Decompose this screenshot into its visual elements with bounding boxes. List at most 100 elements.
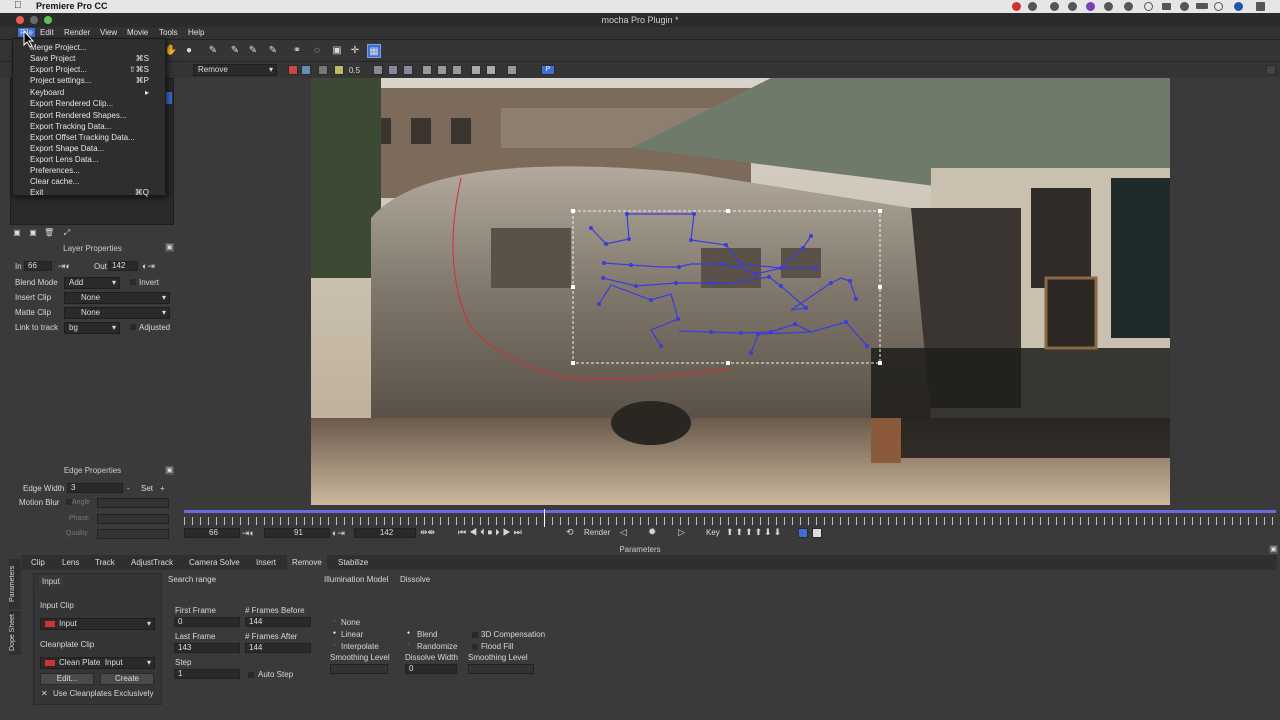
track-icon[interactable] [437,65,447,75]
edge-width-field[interactable]: 3 [67,483,123,493]
matte-view-icon[interactable] [318,65,328,75]
zoom-timeline-icon[interactable]: ⇹⇼ [420,527,435,538]
transform-tool-icon[interactable]: ▣ [330,44,344,58]
layer-properties-collapse-icon[interactable]: ▣ [165,243,174,252]
edge-width-set-button[interactable]: Set [141,484,153,493]
zoom-window-button[interactable] [44,16,52,24]
tab-clip[interactable]: Clip [31,558,45,567]
overlay-icon[interactable] [334,65,344,75]
illum-interpolate-radio[interactable]: ● [333,642,336,648]
playhead[interactable] [544,509,546,527]
file-menu-item[interactable]: Export Rendered Clip... [13,98,165,109]
os-app-name[interactable]: Premiere Pro CC [36,1,108,11]
overlay-opacity[interactable]: 0.5 [349,66,360,75]
dissolve-blend-radio[interactable]: ● [407,630,410,636]
layer-list-scrollbar[interactable] [166,92,172,104]
dissolve-randomize-radio[interactable]: ● [407,642,410,648]
layer-color-icon[interactable] [288,65,298,75]
menu-view[interactable]: View [100,28,117,37]
trace-icon[interactable] [471,65,481,75]
side-tab-parameters[interactable]: Parameters [9,559,21,609]
tab-adjusttrack[interactable]: AdjustTrack [131,558,173,567]
creative-cloud-icon[interactable] [1068,2,1077,11]
new-layer-icon[interactable]: ▣ [12,228,22,238]
cleanplate-clip-select[interactable]: Clean Plate Input ▾ [40,657,155,669]
goto-out-icon[interactable]: ◐⇥ [332,528,345,539]
menu-tools[interactable]: Tools [159,28,178,37]
stabilize-icon[interactable] [452,65,462,75]
edge-properties-collapse-icon[interactable]: ▣ [165,466,174,475]
file-menu-item[interactable]: Preferences... [13,165,165,176]
edge-width-minus[interactable]: - [127,484,130,493]
transport-controls[interactable]: ⏮◀⏴⏹⏵▶⏭ [458,527,525,538]
step-field[interactable]: 1 [174,669,240,679]
spotlight-search-icon[interactable] [1214,2,1223,11]
dissolve-width-field[interactable]: 0 [405,664,457,674]
edit-cleanplate-button[interactable]: Edit... [40,673,94,685]
in-point-field[interactable]: 66 [24,261,52,271]
file-menu-item[interactable]: Export Shape Data... [13,143,165,154]
3d-compensation-checkbox[interactable] [472,632,478,638]
siri-icon[interactable] [1234,2,1243,11]
close-window-button[interactable] [16,16,24,24]
timemachine-icon[interactable] [1124,2,1133,11]
flood-fill-checkbox[interactable] [472,644,478,650]
frames-after-field[interactable]: 144 [245,643,311,653]
volume-icon[interactable] [1180,2,1189,11]
menu-edit[interactable]: Edit [40,28,54,37]
edge-width-plus[interactable]: + [160,484,165,493]
show-grid-icon[interactable] [422,65,432,75]
auto-key-icon[interactable] [798,528,808,538]
input-clip-select[interactable]: Input ▾ [40,618,155,630]
move-tool-icon[interactable]: ✛ [348,44,362,58]
keyframe-controls[interactable]: ⬆⬆⬆⬆⬇⬇ [726,527,783,538]
set-out-icon[interactable]: ◐⇥ [142,261,155,272]
tray-icon-a[interactable] [1028,2,1037,11]
view-mode-select[interactable]: Remove ▾ [193,64,277,76]
file-menu-item[interactable]: Merge Project... [13,42,165,53]
xspline-add-tool-icon[interactable]: ✎ [228,44,242,58]
keyframe-mode-icon[interactable] [812,528,822,538]
battery-icon[interactable] [1196,3,1208,9]
side-tab-dope-sheet[interactable]: Dope Sheet [9,611,21,655]
smoothing-level-2-field[interactable] [468,664,534,674]
in-frame-field[interactable]: 66 [184,528,240,538]
airplay-icon[interactable] [1162,3,1171,10]
matte-clip-select[interactable]: None ▾ [64,307,170,319]
timeline-range-bar[interactable] [184,510,1276,513]
auto-step-checkbox[interactable] [248,672,254,678]
tab-track[interactable]: Track [95,558,115,567]
frames-before-field[interactable]: 144 [245,617,311,627]
tray-icon-c[interactable] [1086,2,1095,11]
blend-mode-select[interactable]: Add ▾ [64,277,120,289]
lasso-tool-icon[interactable]: ◌ [310,44,324,58]
tab-remove[interactable]: Remove [287,555,327,570]
create-cleanplate-button[interactable]: Create [100,673,154,685]
parameters-collapse-icon[interactable]: ▣ [1269,545,1278,554]
render-settings-icon[interactable]: ✹ [648,527,656,538]
bezier-add-tool-icon[interactable]: ✎ [266,44,280,58]
input-section-tab[interactable]: Input [39,576,63,587]
tab-camera-solve[interactable]: Camera Solve [189,558,240,567]
set-in-icon[interactable]: ⇥◐ [58,261,71,272]
wifi-icon[interactable] [1144,2,1153,11]
show-surface-icon[interactable] [403,65,413,75]
menu-help[interactable]: Help [188,28,204,37]
show-layers-icon[interactable] [301,65,311,75]
tray-icon-b[interactable] [1050,2,1059,11]
proxy-button[interactable]: P [541,65,555,75]
use-cleanplates-checkbox[interactable]: ✕ [41,689,48,698]
show-spline-icon[interactable] [373,65,383,75]
panel-collapse-icon[interactable] [1266,65,1276,75]
out-frame-field[interactable]: 142 [354,528,416,538]
menu-movie[interactable]: Movie [127,28,148,37]
last-frame-field[interactable]: 143 [174,643,240,653]
file-menu-item[interactable]: Exit ⌘Q [13,187,165,198]
file-menu-item[interactable]: Keyboard ▸ [13,87,165,98]
link-to-track-select[interactable]: bg ▾ [64,322,120,334]
illum-linear-radio[interactable]: ● [333,630,336,636]
out-point-field[interactable]: 142 [108,261,138,271]
render-backward-icon[interactable]: ◁ [620,527,627,538]
zoom-tool-icon[interactable]: ● [182,44,196,58]
loop-icon[interactable]: ⟲ [566,527,574,538]
